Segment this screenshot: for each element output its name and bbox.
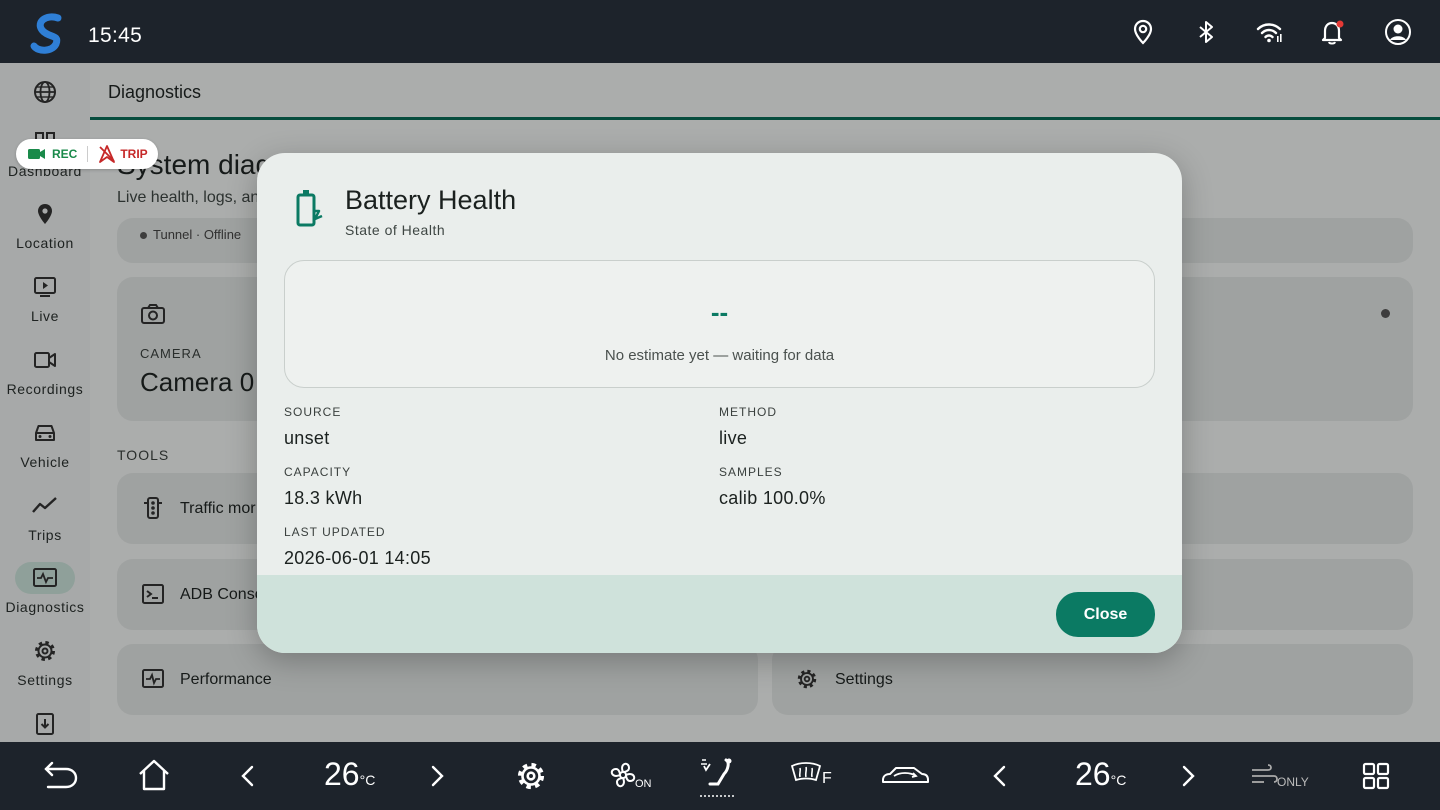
ac-only-label: ONLY [1277,775,1309,789]
car-recirculation-icon[interactable] [880,762,930,790]
samples-label: SAMPLES [719,465,783,479]
estimate-value: -- [710,297,729,327]
climate-control-bar: 26°C ON F 26°C ONLY [0,742,1440,810]
battery-charging-icon [296,190,323,227]
last-updated-label: LAST UPDATED [284,525,386,539]
rec-trip-indicator[interactable]: REC TRIP [16,139,158,169]
settings-gear-icon[interactable] [514,759,548,793]
capacity-label: CAPACITY [284,465,352,479]
seat-airflow-icon[interactable] [696,756,738,800]
method-label: METHOD [719,405,777,419]
source-label: SOURCE [284,405,342,419]
last-updated-value: 2026-06-01 14:05 [284,548,431,568]
right-temp-decrease-icon[interactable] [990,764,1010,788]
estimate-panel: -- No estimate yet — waiting for data [284,260,1155,388]
home-icon[interactable] [136,757,172,793]
left-temp-decrease-icon[interactable] [238,764,258,788]
source-value: unset [284,428,330,448]
app-logo-icon [30,13,62,54]
trip-label: TRIP [120,147,148,161]
defrost-label: F [822,770,832,787]
left-temp-unit: °C [359,772,376,788]
fan-status: ON [635,778,652,790]
bluetooth-icon[interactable] [1192,18,1220,46]
capacity-value: 18.3 kWh [284,488,363,508]
right-temperature: 26°C [1075,756,1126,793]
back-icon[interactable] [42,758,80,792]
record-video-icon [28,149,45,159]
close-button[interactable]: Close [1056,592,1155,637]
right-temp-increase-icon[interactable] [1178,764,1198,788]
apps-grid-icon[interactable] [1362,762,1390,790]
samples-value: calib 100.0% [719,488,826,508]
ac-airflow-icon[interactable] [1250,764,1278,788]
method-value: live [719,428,748,448]
clock: 15:45 [88,24,143,47]
left-temperature: 26°C [324,756,375,793]
rec-label: REC [52,147,78,161]
trip-navigation-icon [99,145,116,163]
location-pin-icon[interactable] [1129,18,1157,46]
left-temp-value: 26 [324,756,360,792]
right-temp-unit: °C [1110,772,1127,788]
rear-defrost-icon[interactable] [790,760,822,790]
user-avatar-icon[interactable] [1384,18,1412,46]
dialog-subtitle: State of Health [345,222,446,238]
right-temp-value: 26 [1075,756,1111,792]
wifi-icon[interactable] [1255,18,1283,46]
battery-health-dialog: Battery Health State of Health -- No est… [257,153,1182,653]
estimate-message: No estimate yet — waiting for data [604,347,835,364]
dialog-title: Battery Health [345,185,517,215]
notification-bell-icon[interactable] [1318,18,1346,46]
pill-divider [87,146,89,162]
status-bar: 15:45 [0,0,1440,63]
dialog-footer: Close [257,575,1182,653]
left-temp-increase-icon[interactable] [427,764,447,788]
